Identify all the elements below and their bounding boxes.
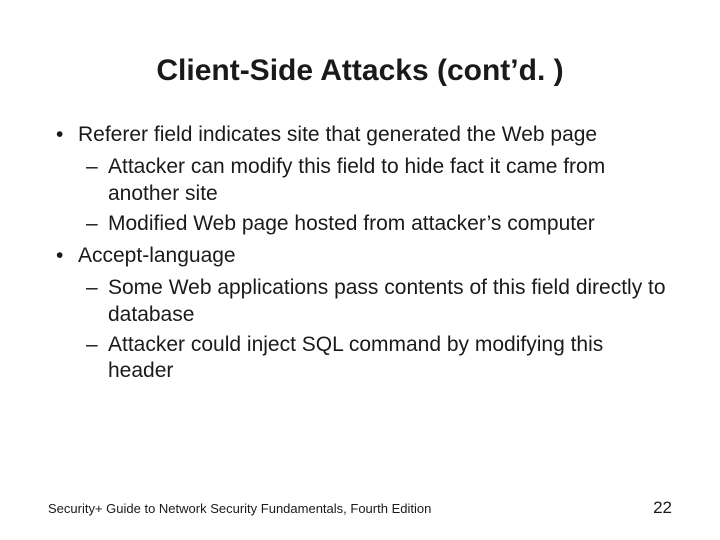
slide-footer: Security+ Guide to Network Security Fund…	[48, 498, 672, 518]
bullet-text: Some Web applications pass contents of t…	[108, 276, 666, 325]
bullet-list-level1: Referer field indicates site that genera…	[48, 122, 672, 384]
bullet-text: Referer field indicates site that genera…	[78, 123, 597, 146]
list-item: Some Web applications pass contents of t…	[78, 275, 672, 328]
slide-content: Referer field indicates site that genera…	[48, 122, 672, 384]
bullet-text: Attacker could inject SQL command by mod…	[108, 333, 603, 382]
bullet-list-level2: Some Web applications pass contents of t…	[78, 275, 672, 384]
slide: Client-Side Attacks (cont’d. ) Referer f…	[0, 0, 720, 540]
list-item: Accept-language Some Web applications pa…	[48, 243, 672, 384]
bullet-text: Modified Web page hosted from attacker’s…	[108, 212, 595, 235]
list-item: Referer field indicates site that genera…	[48, 122, 672, 237]
slide-title: Client-Side Attacks (cont’d. )	[48, 54, 672, 88]
bullet-list-level2: Attacker can modify this field to hide f…	[78, 154, 672, 237]
list-item: Modified Web page hosted from attacker’s…	[78, 211, 672, 237]
list-item: Attacker could inject SQL command by mod…	[78, 332, 672, 385]
footer-source: Security+ Guide to Network Security Fund…	[48, 501, 431, 516]
bullet-text: Accept-language	[78, 244, 236, 267]
list-item: Attacker can modify this field to hide f…	[78, 154, 672, 207]
page-number: 22	[653, 498, 672, 518]
bullet-text: Attacker can modify this field to hide f…	[108, 155, 605, 204]
